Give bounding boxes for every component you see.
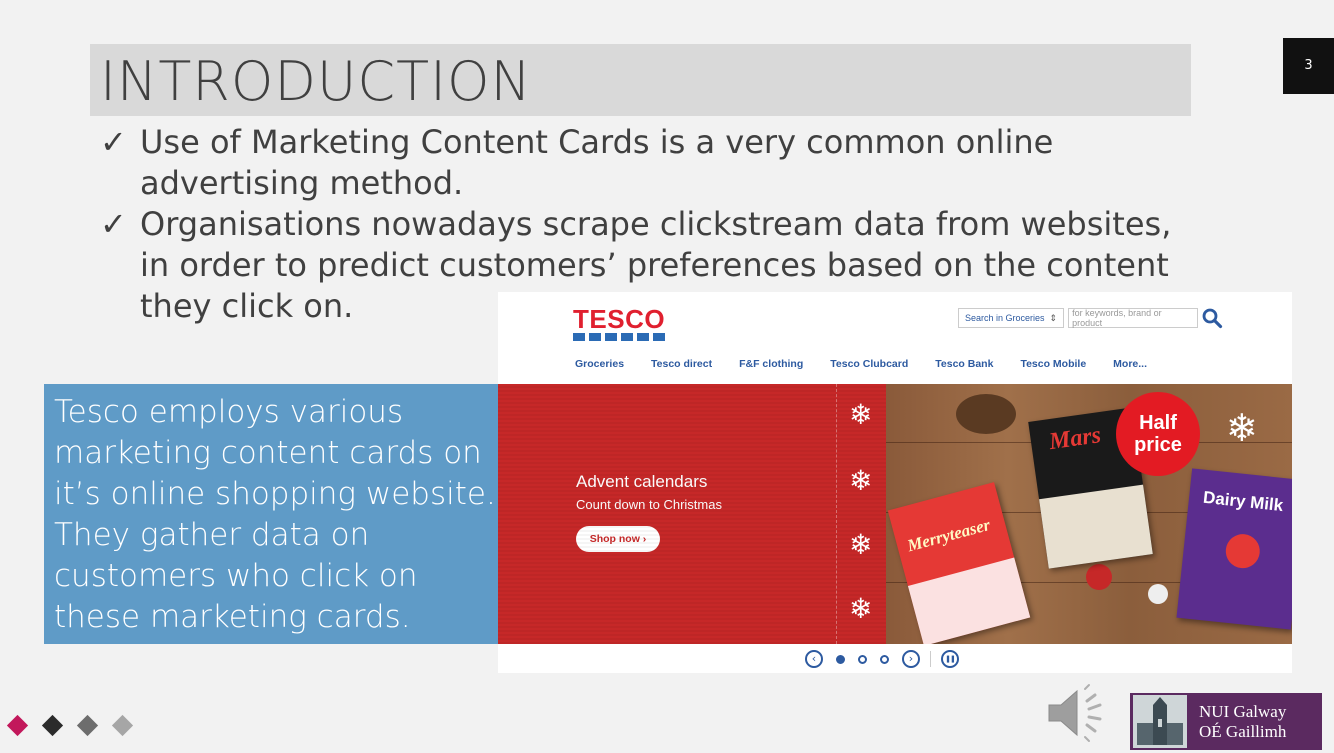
nav-tesco-direct[interactable]: Tesco direct	[651, 358, 712, 370]
dairy-milk-calendar: Dairy Milk	[1176, 468, 1292, 630]
snowflake-icon: ❄	[849, 592, 873, 625]
logo-text: NUI Galway OÉ Gaillimh	[1199, 702, 1286, 742]
nav-more[interactable]: More...	[1113, 358, 1147, 370]
badge-line1: Half	[1139, 412, 1177, 434]
stitch-line	[836, 384, 837, 644]
pine-cone-decoration	[956, 394, 1016, 434]
bauble-decoration	[1086, 564, 1112, 590]
carousel-pause-button[interactable]: ❚❚	[941, 650, 959, 668]
banner-product-image[interactable]: ❄ Merryteaser Mars Dairy Milk Half price	[886, 384, 1292, 644]
search-input[interactable]: for keywords, brand or product	[1068, 308, 1199, 328]
page-number: 3	[1283, 38, 1334, 94]
nav-groceries[interactable]: Groceries	[575, 358, 624, 370]
speaker-icon[interactable]	[1045, 683, 1115, 743]
tesco-nav: Groceries Tesco direct F&F clothing Tesc…	[575, 358, 1174, 370]
carousel-prev-button[interactable]: ‹	[805, 650, 823, 668]
banner-red-panel[interactable]: Advent calendars Count down to Christmas…	[498, 384, 886, 644]
card-scene	[1039, 484, 1153, 569]
nav-tesco-clubcard[interactable]: Tesco Clubcard	[830, 358, 908, 370]
snowflake-icon: ❄	[849, 528, 873, 561]
nav-tesco-mobile[interactable]: Tesco Mobile	[1020, 358, 1086, 370]
carousel-divider	[930, 651, 931, 667]
tesco-logo-stripes	[573, 333, 665, 341]
banner-subtitle: Count down to Christmas	[576, 497, 722, 512]
nav-ff-clothing[interactable]: F&F clothing	[739, 358, 803, 370]
diamond-icon	[6, 714, 29, 737]
slide-title: INTRODUCTION	[100, 50, 532, 113]
carousel-controls: ‹ › ❚❚	[805, 650, 959, 668]
search-scope-label: Search in Groceries	[965, 313, 1045, 323]
banner-title: Advent calendars	[576, 472, 708, 491]
tesco-website-screenshot: TESCO Search in Groceries ⇕ for keywords…	[498, 292, 1292, 673]
bullet-text: Use of Marketing Content Cards is a very…	[140, 123, 1054, 202]
half-price-badge: Half price	[1116, 392, 1200, 476]
search-bar: Search in Groceries ⇕ for keywords, bran…	[958, 307, 1223, 329]
diamond-icon	[41, 714, 64, 737]
diamond-icon	[111, 714, 134, 737]
bauble-decoration	[1148, 584, 1168, 604]
carousel-next-button[interactable]: ›	[902, 650, 920, 668]
merryteaser-label: Merryteaser	[905, 515, 993, 556]
carousel-dot[interactable]	[836, 654, 845, 664]
snowflake-icon: ❄	[849, 398, 873, 431]
search-icon[interactable]	[1201, 307, 1223, 329]
logo-line1: NUI Galway	[1199, 701, 1287, 721]
snowflake-icon: ❄	[1226, 406, 1258, 450]
dairy-milk-label: Dairy Milk	[1202, 487, 1285, 516]
mars-label: Mars	[1047, 422, 1103, 456]
merryteaser-calendar: Merryteaser	[887, 482, 1031, 644]
badge-line2: price	[1134, 434, 1182, 456]
callout-box: Tesco employs various marketing content …	[44, 384, 498, 644]
nui-galway-logo: NUI Galway OÉ Gaillimh	[1130, 693, 1322, 750]
logo-line2: OÉ Gaillimh	[1199, 721, 1287, 741]
diamond-icon	[76, 714, 99, 737]
nav-tesco-bank[interactable]: Tesco Bank	[935, 358, 993, 370]
quadrangle-building-icon	[1133, 695, 1187, 748]
carousel-dot[interactable]	[880, 654, 889, 664]
callout-text: Tesco employs various marketing content …	[54, 394, 496, 635]
carousel-dot[interactable]	[858, 654, 867, 664]
decorative-diamonds	[6, 714, 150, 737]
title-bar: INTRODUCTION	[90, 44, 1191, 116]
bullet-item: ✓ Use of Marketing Content Cards is a ve…	[100, 122, 1200, 204]
checkmark-icon: ✓	[100, 205, 127, 243]
card-scene	[907, 557, 1031, 644]
snowflake-icon: ❄	[849, 464, 873, 497]
shop-now-button[interactable]: Shop now ›	[576, 526, 660, 552]
search-scope-select[interactable]: Search in Groceries ⇕	[958, 308, 1065, 328]
santa-figure	[1224, 532, 1262, 570]
tesco-logo[interactable]: TESCO	[573, 304, 665, 335]
checkmark-icon: ✓	[100, 123, 127, 161]
chevron-updown-icon: ⇕	[1049, 312, 1058, 323]
